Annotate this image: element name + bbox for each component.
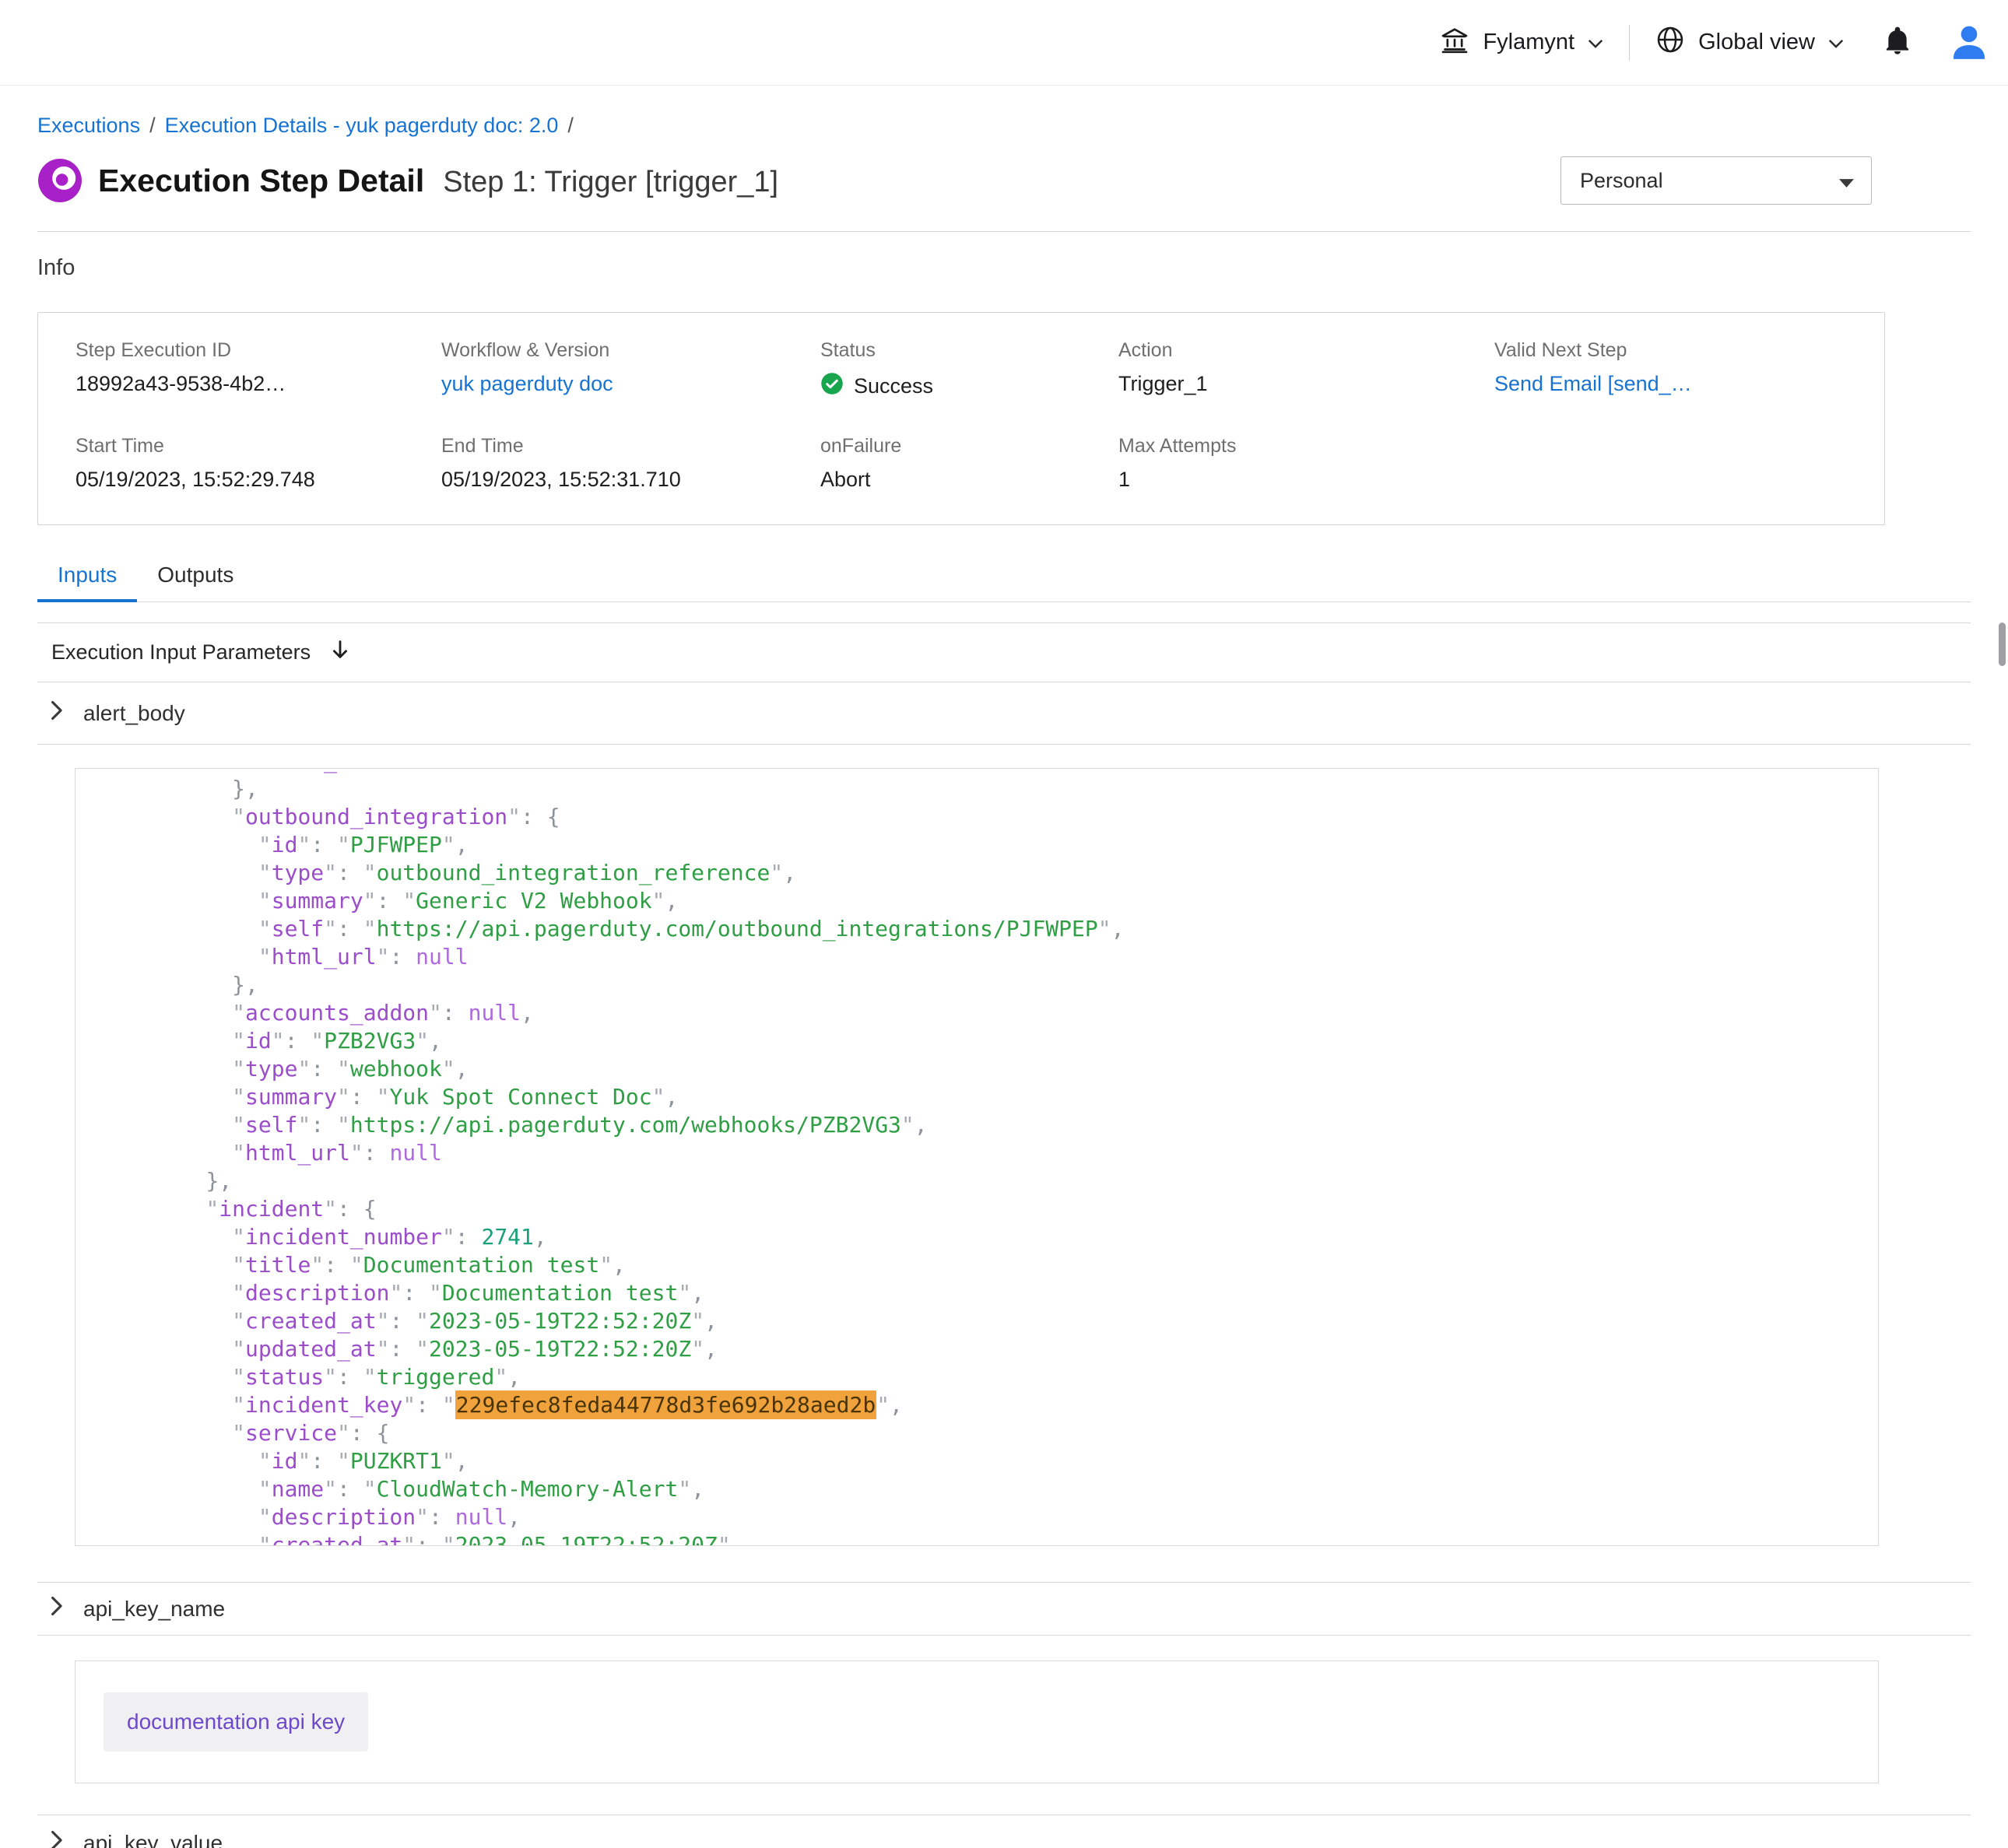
valid-next-step-link[interactable]: Send Email [send_… (1494, 372, 1847, 396)
title-group: Execution Step Detail Step 1: Trigger [t… (98, 163, 778, 199)
info-field-end-time: End Time 05/19/2023, 15:52:31.710 (441, 435, 820, 492)
json-code-viewer[interactable]: "html_url": null }, "outbound_integratio… (75, 768, 1879, 1546)
page-header: Execution Step Detail Step 1: Trigger [t… (37, 156, 1971, 205)
action-value: Trigger_1 (1118, 372, 1494, 396)
params-heading: Execution Input Parameters (51, 640, 311, 665)
download-arrow-icon[interactable] (331, 639, 349, 666)
info-field-status: Status Success (820, 339, 1118, 401)
info-card: Step Execution ID 18992a43-9538-4b2… Wor… (37, 312, 1885, 525)
breadcrumb: Executions / Execution Details - yuk pag… (37, 114, 1971, 138)
end-time-value: 05/19/2023, 15:52:31.710 (441, 468, 820, 492)
chevron-right-icon (50, 700, 63, 727)
tab-inputs[interactable]: Inputs (37, 552, 137, 601)
page-scrollbar-thumb[interactable] (1999, 622, 2006, 666)
status-text: Success (854, 374, 933, 398)
org-switcher[interactable]: Fylamynt (1439, 24, 1604, 61)
info-field-workflow-version: Workflow & Version yuk pagerduty doc (441, 339, 820, 401)
start-time-value: 05/19/2023, 15:52:29.748 (75, 468, 441, 492)
info-field-max-attempts: Max Attempts 1 (1118, 435, 1494, 492)
api-key-name-chip: documentation api key (104, 1692, 368, 1752)
tab-bar: Inputs Outputs (37, 552, 1971, 602)
onfailure-value: Abort (820, 468, 1118, 492)
section-api-key-value-label: api_key_value (83, 1831, 223, 1848)
notifications-button[interactable] (1882, 26, 1913, 59)
globe-icon (1655, 24, 1686, 61)
scope-select[interactable]: Personal (1560, 156, 1872, 205)
section-alert-body-label: alert_body (83, 701, 185, 726)
user-avatar[interactable] (1949, 20, 1989, 65)
info-heading: Info (37, 255, 1971, 281)
info-field-onfailure: onFailure Abort (820, 435, 1118, 492)
execution-input-parameters-header: Execution Input Parameters (37, 622, 1971, 682)
page-subtitle: Step 1: Trigger [trigger_1] (443, 166, 778, 199)
section-api-key-name[interactable]: api_key_name (37, 1582, 1971, 1636)
json-code-lines: "html_url": null }, "outbound_integratio… (75, 768, 1878, 1546)
fylamynt-logo-icon (37, 158, 82, 203)
breadcrumb-separator: / (567, 114, 574, 138)
view-label: Global view (1698, 30, 1815, 55)
breadcrumb-separator: / (149, 114, 156, 138)
org-label: Fylamynt (1483, 30, 1574, 55)
breadcrumb-executions[interactable]: Executions (37, 114, 140, 138)
info-field-valid-next-step: Valid Next Step Send Email [send_… (1494, 339, 1847, 401)
top-bar: Fylamynt Global view (0, 0, 2008, 86)
topbar-divider (1629, 25, 1630, 61)
success-check-icon (820, 372, 844, 401)
chevron-right-icon (50, 1595, 63, 1622)
workflow-link[interactable]: yuk pagerduty doc (441, 372, 820, 396)
info-field-action: Action Trigger_1 (1118, 339, 1494, 401)
info-field-step-execution-id: Step Execution ID 18992a43-9538-4b2… (75, 339, 441, 401)
step-execution-id-value: 18992a43-9538-4b2… (75, 372, 441, 396)
bank-icon (1439, 24, 1470, 61)
breadcrumb-execution-details[interactable]: Execution Details - yuk pagerduty doc: 2… (165, 114, 559, 138)
chevron-down-icon (1827, 30, 1845, 55)
view-switcher[interactable]: Global view (1655, 24, 1845, 61)
caret-down-icon (1839, 169, 1854, 193)
bell-icon (1882, 26, 1913, 59)
section-divider (37, 231, 1971, 232)
main-content: Executions / Execution Details - yuk pag… (37, 114, 1971, 1848)
section-api-key-value[interactable]: api_key_value (37, 1815, 1971, 1848)
tab-outputs[interactable]: Outputs (137, 552, 254, 601)
status-value: Success (820, 372, 1118, 401)
person-icon (1949, 20, 1989, 65)
chevron-down-icon (1587, 30, 1604, 55)
section-api-key-name-label: api_key_name (83, 1597, 225, 1622)
scope-select-value: Personal (1580, 169, 1663, 193)
section-alert-body[interactable]: alert_body (37, 682, 1971, 745)
api-key-name-value-box: documentation api key (75, 1660, 1879, 1783)
info-field-start-time: Start Time 05/19/2023, 15:52:29.748 (75, 435, 441, 492)
chevron-right-icon (50, 1829, 63, 1848)
max-attempts-value: 1 (1118, 468, 1494, 492)
execution-step-detail-page: Fylamynt Global view (0, 0, 2008, 1848)
page-title: Execution Step Detail (98, 163, 424, 199)
